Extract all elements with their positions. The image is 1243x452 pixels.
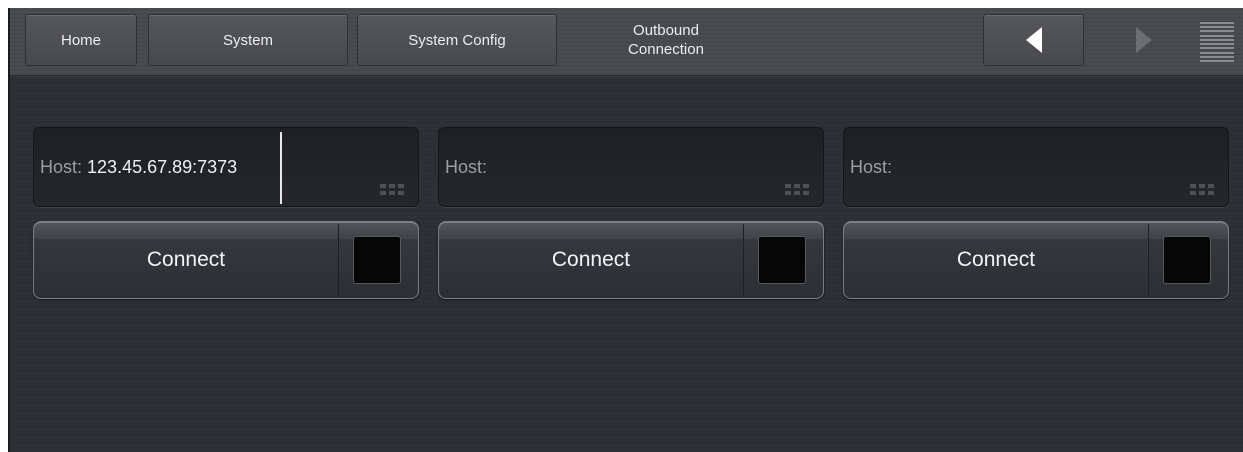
current-page-title-line2: Connection <box>628 41 704 58</box>
connect-button-1[interactable]: Connect <box>33 221 419 299</box>
connect-button-label-2: Connect <box>551 248 631 271</box>
top-navigation-bar: Home System System Config Outbound Conne… <box>10 8 1243 76</box>
button-divider <box>338 224 339 296</box>
host-input-2[interactable]: Host: <box>438 127 824 207</box>
host-value-1: 123.45.67.89:7373 <box>87 157 238 177</box>
button-divider <box>743 224 744 296</box>
home-button-label: Home <box>60 31 101 49</box>
system-config-button-label: System Config <box>408 31 506 49</box>
keypad-icon[interactable] <box>1190 184 1214 198</box>
keypad-icon[interactable] <box>380 184 404 198</box>
app-window: Home System System Config Outbound Conne… <box>8 8 1243 452</box>
home-button[interactable]: Home <box>25 14 137 66</box>
connection-status-indicator-2 <box>758 236 806 284</box>
current-page-title: Outbound Connection <box>566 14 766 66</box>
button-divider <box>1148 224 1149 296</box>
system-button[interactable]: System <box>148 14 348 66</box>
host-label-2: Host: <box>445 157 488 177</box>
triangle-right-icon <box>1136 27 1152 53</box>
menu-lines-icon[interactable] <box>1200 22 1234 62</box>
triangle-left-icon <box>1025 27 1042 53</box>
current-page-title-line1: Outbound <box>633 22 699 39</box>
next-page-button[interactable] <box>1094 14 1194 66</box>
host-input-1[interactable]: Host: 123.45.67.89:7373 <box>33 127 419 207</box>
connect-button-label-3: Connect <box>956 248 1036 271</box>
system-config-button[interactable]: System Config <box>357 14 557 66</box>
previous-page-button[interactable] <box>983 14 1084 66</box>
keypad-icon[interactable] <box>785 184 809 198</box>
text-caret <box>280 132 282 204</box>
connect-button-label-1: Connect <box>146 248 226 271</box>
host-input-3[interactable]: Host: <box>843 127 1229 207</box>
outbound-connection-panel: Host: 123.45.67.89:7373 Connect Host: Co… <box>10 77 1243 452</box>
host-label-1: Host: 123.45.67.89:7373 <box>40 157 238 177</box>
connect-button-3[interactable]: Connect <box>843 221 1229 299</box>
host-label-3: Host: <box>850 157 893 177</box>
connection-status-indicator-1 <box>353 236 401 284</box>
system-button-label: System <box>222 31 273 49</box>
connect-button-2[interactable]: Connect <box>438 221 824 299</box>
connection-status-indicator-3 <box>1163 236 1211 284</box>
